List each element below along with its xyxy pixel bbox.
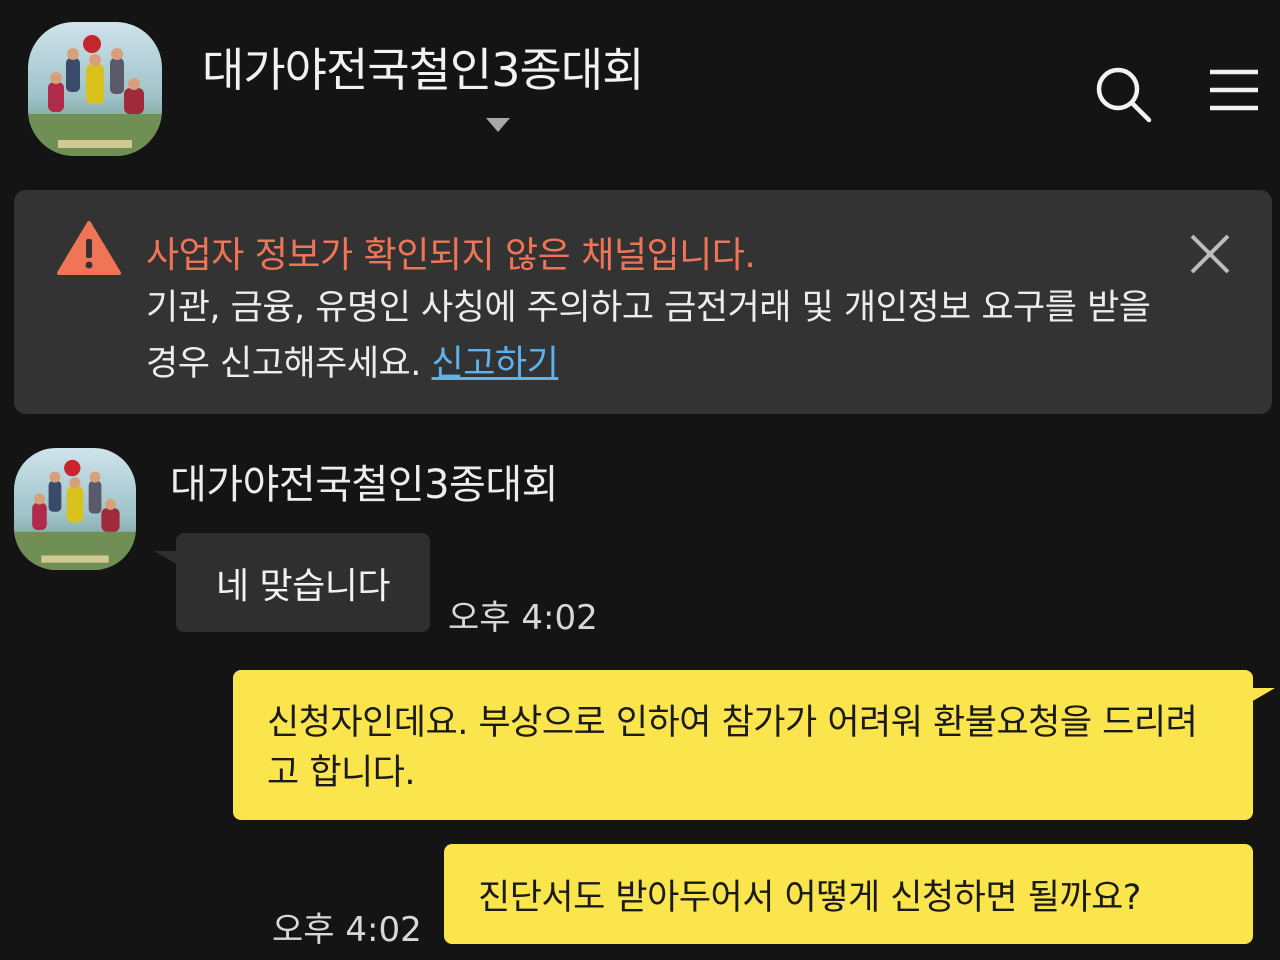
search-icon[interactable] bbox=[1090, 62, 1156, 128]
warning-title: 사업자 정보가 확인되지 않은 채널입니다. bbox=[146, 235, 756, 276]
message-timestamp: 오후 4:02 bbox=[272, 910, 422, 950]
warning-icon bbox=[56, 220, 122, 276]
incoming-message-bubble[interactable]: 네 맞습니다 bbox=[154, 533, 430, 632]
sender-avatar[interactable] bbox=[14, 448, 136, 570]
outgoing-message-bubble[interactable]: 진단서도 받아두어서 어떻게 신청하면 될까요? bbox=[444, 844, 1253, 944]
close-icon[interactable] bbox=[1186, 230, 1234, 278]
warning-body-text: 기관, 금융, 유명인 사칭에 주의하고 금전거래 및 개인정보 요구를 받을 … bbox=[146, 288, 1151, 384]
hamburger-menu-icon[interactable] bbox=[1204, 66, 1264, 114]
warning-body: 기관, 금융, 유명인 사칭에 주의하고 금전거래 및 개인정보 요구를 받을 … bbox=[146, 280, 1156, 392]
sender-name: 대가야전국철인3종대회 bbox=[170, 462, 558, 508]
report-link[interactable]: 신고하기 bbox=[432, 344, 559, 384]
unverified-channel-banner: 사업자 정보가 확인되지 않은 채널입니다. 기관, 금융, 유명인 사칭에 주… bbox=[14, 190, 1272, 414]
chat-screen: 대가야전국철인3종대회 사업자 정보가 확인되지 않은 채널입니다. 기관, 금… bbox=[0, 0, 1280, 960]
channel-avatar[interactable] bbox=[28, 22, 162, 156]
channel-title[interactable]: 대가야전국철인3종대회 bbox=[202, 34, 644, 100]
chevron-down-icon[interactable] bbox=[486, 118, 510, 132]
outgoing-message-bubble[interactable]: 신청자인데요. 부상으로 인하여 참가가 어려워 환불요청을 드리려고 합니다. bbox=[233, 670, 1275, 820]
message-timestamp: 오후 4:02 bbox=[448, 598, 598, 638]
